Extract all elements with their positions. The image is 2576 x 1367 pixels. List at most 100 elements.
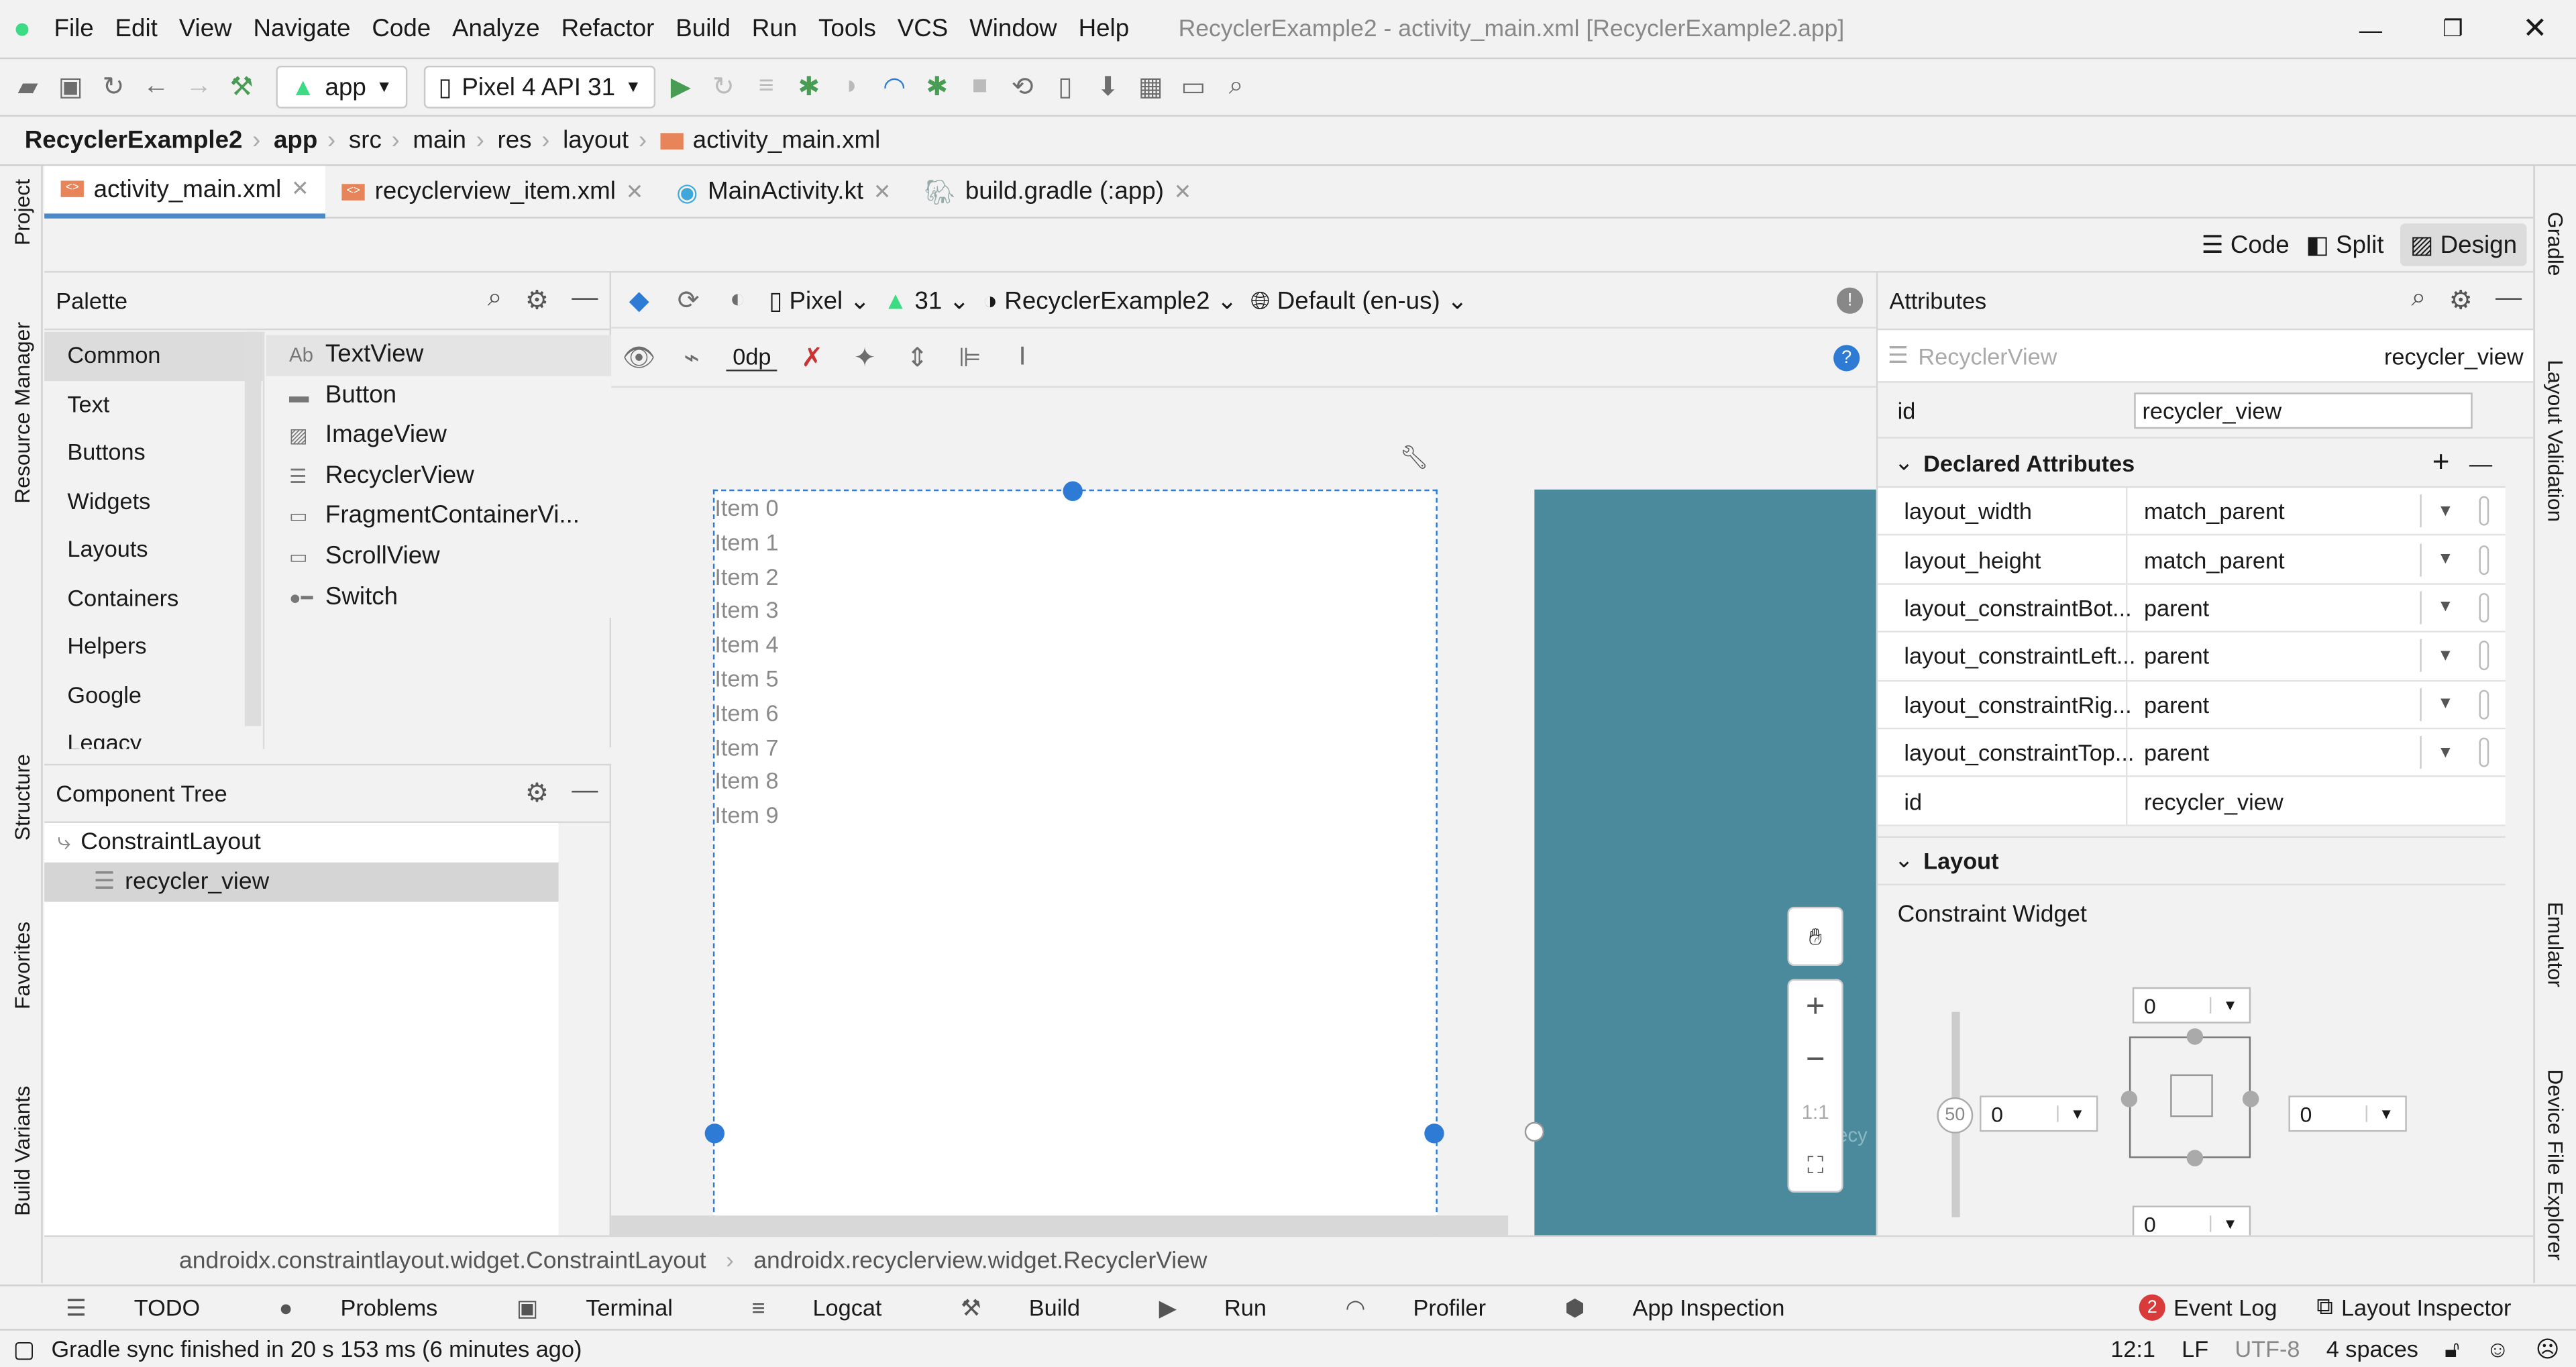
close-tab-icon[interactable]: ✕ <box>1174 178 1192 205</box>
path-recyclerview[interactable]: androidx.recyclerview.widget.RecyclerVie… <box>753 1248 1207 1274</box>
build-variants-tool-button[interactable]: Build Variants <box>10 1086 35 1216</box>
attr-value[interactable]: match_parent <box>2127 488 2420 535</box>
attr-value[interactable]: match_parent <box>2127 536 2420 583</box>
tool-window-terminal[interactable]: ▣ Terminal <box>517 1294 712 1322</box>
attr-value[interactable]: parent <box>2127 681 2420 728</box>
categories-scrollbar[interactable] <box>244 331 262 726</box>
bias-value[interactable]: 50 <box>1937 1097 1974 1134</box>
list-item[interactable]: Item 4 <box>714 628 1436 662</box>
indent[interactable]: 4 spaces <box>2326 1335 2418 1363</box>
close-tab-icon[interactable]: ✕ <box>873 178 892 205</box>
help-icon[interactable]: ? <box>1833 344 1860 371</box>
status-toggle-icon[interactable]: ▢ <box>13 1335 35 1363</box>
dropdown-arrow-icon[interactable]: ▼ <box>2420 494 2469 528</box>
menu-edit[interactable]: Edit <box>115 15 158 43</box>
debug-icon[interactable]: ✱ <box>791 70 827 103</box>
attr-value[interactable]: recycler_view <box>2127 777 2505 824</box>
menu-code[interactable]: Code <box>372 15 431 43</box>
right-constraint-handle[interactable] <box>1424 1124 1444 1144</box>
run-config-dropdown[interactable]: ▲ app ▼ <box>276 65 407 109</box>
dropdown-arrow-icon[interactable]: ▼ <box>2420 736 2469 769</box>
breadcrumb-item[interactable]: main <box>413 127 466 155</box>
add-attribute-button[interactable]: + <box>2432 445 2450 480</box>
tree-node-constraintlayout[interactable]: ⤷ ConstraintLayout <box>44 823 559 863</box>
attr-value[interactable]: parent <box>2127 729 2420 776</box>
tab-mainactivity-kt[interactable]: ◉ MainActivity.kt ✕ <box>660 165 908 217</box>
structure-tool-button[interactable]: Structure <box>10 754 35 840</box>
emulator-tool-button[interactable]: Emulator <box>2543 902 2568 987</box>
resource-picker-button[interactable] <box>2479 593 2489 623</box>
sdk-manager-icon[interactable]: ⬇ <box>1090 70 1126 103</box>
menu-build[interactable]: Build <box>676 15 731 43</box>
palette-category-common[interactable]: Common <box>44 331 263 380</box>
tab-activity-main-xml[interactable]: <> activity_main.xml ✕ <box>44 165 326 218</box>
zoom-out-button[interactable]: − <box>1789 1033 1841 1085</box>
align-icon[interactable]: ⊫ <box>952 341 988 374</box>
feedback-sad-icon[interactable]: ☹ <box>2536 1335 2560 1363</box>
save-icon[interactable]: ▣ <box>52 70 89 103</box>
open-folder-icon[interactable]: ▰ <box>10 70 46 103</box>
palette-item-fragmentcontainervi[interactable]: ▭ FragmentContainerVi... <box>266 497 611 537</box>
menu-run[interactable]: Run <box>752 15 797 43</box>
left-margin-dropdown[interactable]: 0 ▼ <box>1980 1095 2098 1132</box>
palette-item-button[interactable]: ▬ Button <box>266 376 611 416</box>
resource-picker-button[interactable] <box>2479 737 2489 768</box>
breadcrumb-item[interactable]: layout <box>563 127 629 155</box>
attribute-row[interactable]: layout_width match_parent ▼ <box>1878 488 2506 537</box>
attribute-row[interactable]: layout_constraintRig... parent ▼ <box>1878 681 2506 730</box>
theme-selector[interactable]: ◑ RecyclerExample2 ⌄ <box>983 285 1238 315</box>
favorites-tool-button[interactable]: Favorites <box>10 922 35 1009</box>
pan-button[interactable]: ✋︎ <box>1787 906 1843 967</box>
line-separator[interactable]: LF <box>2182 1335 2208 1363</box>
menu-tools[interactable]: Tools <box>818 15 876 43</box>
forward-icon[interactable]: → <box>180 72 217 102</box>
device-file-explorer-tool-button[interactable]: Device File Explorer <box>2543 1069 2568 1260</box>
attach-process-icon[interactable]: ✱ <box>919 70 955 103</box>
breadcrumb-item[interactable]: res <box>498 127 532 155</box>
event-log-button[interactable]: 2 Event Log <box>2139 1293 2277 1320</box>
gradle-tool-button[interactable]: Gradle <box>2543 212 2568 276</box>
dropdown-arrow-icon[interactable]: ▼ <box>2420 543 2469 576</box>
clear-constraints-icon[interactable]: ✗ <box>794 341 830 374</box>
dropdown-arrow-icon[interactable]: ▼ <box>2420 591 2469 624</box>
menu-help[interactable]: Help <box>1079 15 1130 43</box>
caret-position[interactable]: 12:1 <box>2110 1335 2155 1363</box>
close-tab-icon[interactable]: ✕ <box>291 176 309 202</box>
search-icon[interactable]: ⌕ <box>488 284 502 317</box>
resource-manager-tool-button[interactable]: Resource Manager <box>10 322 35 504</box>
palette-category-widgets[interactable]: Widgets <box>44 477 263 525</box>
palette-item-imageview[interactable]: ▨ ImageView <box>266 416 611 456</box>
device-manager-icon[interactable]: ▭ <box>1175 70 1212 103</box>
encoding[interactable]: UTF-8 <box>2235 1335 2300 1363</box>
gear-icon[interactable]: ⚙ <box>525 284 549 317</box>
tool-window-profiler[interactable]: ◠ Profiler <box>1346 1294 1525 1322</box>
palette-category-legacy[interactable]: Legacy <box>44 720 263 749</box>
device-preview[interactable]: Item 0 Item 1 Item 2 Item 3 Item 4 Item 5 Item… <box>704 481 1444 1236</box>
breadcrumb-item[interactable]: activity_main.xml <box>693 127 881 155</box>
sync-icon[interactable]: ↻ <box>95 70 131 103</box>
list-item[interactable]: Item 7 <box>714 730 1436 765</box>
dropdown-arrow-icon[interactable]: ▼ <box>2420 639 2469 673</box>
menu-analyze[interactable]: Analyze <box>452 15 540 43</box>
close-tab-icon[interactable]: ✕ <box>626 178 644 205</box>
list-item[interactable]: Item 5 <box>714 662 1436 696</box>
autoconnect-icon[interactable]: ⌁ <box>674 341 710 374</box>
attribute-row-id[interactable]: id recycler_view <box>1878 777 2506 826</box>
layout-section-header[interactable]: ⌄ Layout <box>1878 835 2506 885</box>
apply-code-changes-icon[interactable]: ≡ <box>748 72 784 102</box>
warnings-icon[interactable]: ! <box>1836 286 1864 313</box>
search-icon[interactable]: ⌕ <box>2411 284 2426 317</box>
zoom-reset-button[interactable]: 1:1 <box>1789 1086 1841 1138</box>
project-tool-button[interactable]: Project <box>10 179 35 245</box>
api-selector[interactable]: ▲ 31 ⌄ <box>883 285 969 315</box>
tree-node-recycler-view[interactable]: ☰ recycler_view <box>44 862 559 902</box>
palette-category-containers[interactable]: Containers <box>44 574 263 622</box>
menu-window[interactable]: Window <box>969 15 1057 43</box>
infer-constraints-icon[interactable]: ✦ <box>847 341 883 374</box>
pack-icon[interactable]: ⇕ <box>899 341 935 374</box>
back-icon[interactable]: ← <box>138 72 174 102</box>
locale-selector[interactable]: 🌐︎ Default (en-us) ⌄ <box>1250 285 1468 315</box>
gear-icon[interactable]: ⚙ <box>2449 284 2473 317</box>
breadcrumb-item[interactable]: src <box>349 127 382 155</box>
menu-view[interactable]: View <box>179 15 232 43</box>
